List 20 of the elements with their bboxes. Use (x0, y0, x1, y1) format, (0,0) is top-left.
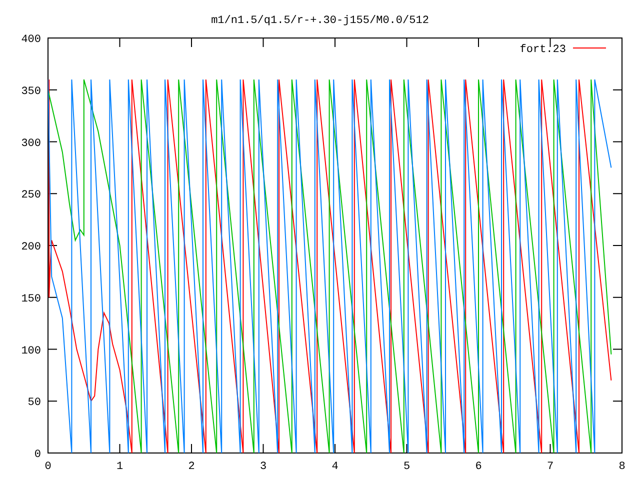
axis-tick-label: 4 (332, 461, 338, 473)
axis-tick-label: 2 (188, 461, 195, 473)
axis-tick-label: 0 (44, 461, 52, 473)
axis-tick-label: 7 (546, 461, 554, 473)
chart-title: m1/n1.5/q1.5/r-+.30-j155/M0.0/512 (211, 15, 429, 27)
axis-tick-label: 350 (21, 86, 41, 98)
axis-tick-label: 6 (475, 461, 482, 473)
axis-tick-label: 150 (21, 293, 41, 306)
axis-tick-label: 5 (403, 461, 410, 473)
axis-tick-label: 400 (21, 34, 41, 46)
axis-tick-label: 250 (21, 190, 41, 202)
legend-label: fort.23 (520, 44, 566, 56)
axis-tick-label: 1 (116, 461, 124, 473)
axis-tick-label: 100 (21, 345, 41, 358)
axis-tick-label: 0 (34, 449, 41, 461)
axis-tick-label: 8 (618, 461, 626, 473)
axis-tick-label: 50 (28, 397, 41, 410)
axis-tick-label: 200 (21, 242, 41, 254)
axis-tick-label: 300 (21, 138, 41, 150)
axis-tick-label: 3 (260, 461, 267, 473)
